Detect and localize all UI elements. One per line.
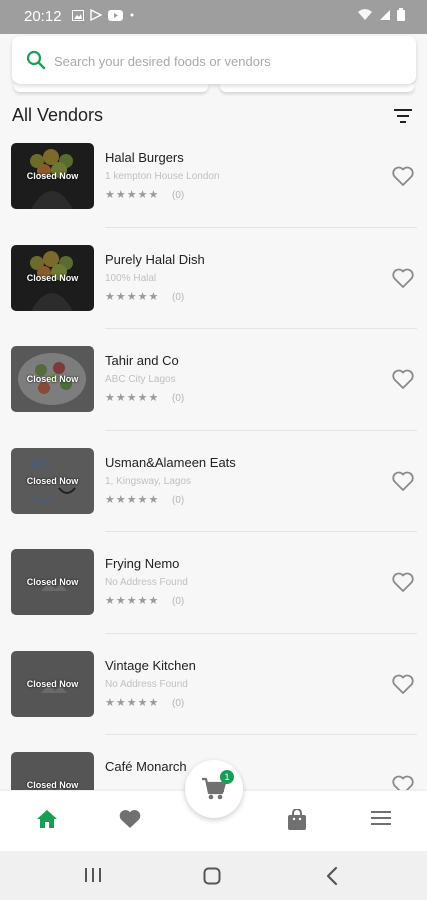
vendor-rating-count: (0) (172, 393, 185, 404)
search-tab-right (220, 84, 414, 92)
filter-icon[interactable] (393, 108, 413, 124)
vendor-status-overlay: Closed Now (26, 780, 79, 790)
vendor-rating-stars: ★★★★★ (105, 290, 160, 303)
vendor-status-overlay: Closed Now (26, 678, 79, 689)
vendor-name[interactable]: Café Monarch (105, 759, 187, 774)
section-title: All Vendors (12, 105, 104, 125)
cart-button[interactable] (185, 760, 243, 818)
vendor-rating-stars: ★★★★★ (105, 493, 160, 506)
vendor-divider (105, 429, 417, 431)
vendor-item[interactable]: Bb Closed Now Usman&Alameen Eats 1, King… (0, 445, 427, 547)
vendor-rating-stars: ★★★★★ (105, 595, 160, 607)
vendor-thumbnail[interactable]: Closed Now (11, 244, 94, 311)
search-bar[interactable] (12, 36, 416, 84)
favorite-heart-icon[interactable] (391, 571, 415, 593)
vendor-thumbnail[interactable]: Closed Now (11, 752, 94, 790)
battery-icon (397, 8, 405, 21)
dot-icon (130, 13, 134, 17)
image-icon (72, 9, 84, 21)
search-tab-left (14, 84, 208, 92)
vendor-rating-stars: ★★★★★ (105, 392, 160, 404)
favorite-heart-icon[interactable] (391, 470, 415, 492)
svg-text:Bb: Bb (31, 457, 49, 474)
vendor-status-overlay: Closed Now (26, 374, 79, 384)
vendor-rating-stars: ★★★★★ (105, 189, 160, 201)
vendor-rating-count: (0) (172, 190, 185, 201)
vendor-name[interactable]: Purely Halal Dish (105, 252, 205, 267)
play-store-icon (90, 9, 102, 21)
vendor-thumbnail[interactable]: Closed Now (11, 650, 94, 717)
vendor-thumbnail[interactable]: Closed Now (11, 346, 94, 412)
vendor-address: ABC City Lagos (105, 374, 176, 385)
notification-icons (72, 9, 135, 21)
vendor-thumbnail[interactable]: Closed Now (11, 549, 94, 615)
favorites-heart-icon[interactable] (118, 809, 142, 829)
signal-icon (380, 10, 390, 20)
vendor-divider (105, 328, 417, 329)
vendor-status-overlay: Closed Now (26, 272, 79, 283)
orders-bag-icon[interactable] (287, 809, 307, 831)
favorite-heart-icon[interactable] (391, 267, 415, 289)
vendor-item[interactable]: Closed Now Frying Nemo No Address Found … (0, 546, 427, 648)
youtube-icon (108, 9, 123, 21)
vendor-divider (105, 632, 417, 634)
vendor-rating-count: (0) (172, 596, 185, 607)
vendor-name[interactable]: Halal Burgers (105, 150, 184, 165)
home-icon[interactable] (36, 809, 58, 829)
cart-badge: 1 (220, 770, 234, 784)
recent-apps-icon[interactable] (83, 867, 103, 883)
vendor-item[interactable]: Closed Now Purely Halal Dish 100% Halal … (0, 242, 427, 344)
vendor-address: No Address Found (105, 577, 188, 588)
favorite-heart-icon[interactable] (391, 774, 415, 790)
vendor-address: 1 kempton House London (105, 171, 220, 182)
back-icon[interactable] (325, 866, 339, 886)
vendor-status-overlay: Closed Now (26, 577, 79, 587)
vendor-item[interactable]: Closed Now Tahir and Co ABC City Lagos ★… (0, 343, 427, 445)
vendor-rating-count: (0) (172, 291, 185, 303)
home-system-icon[interactable] (203, 867, 221, 885)
vendor-rating-count: (0) (172, 697, 185, 709)
vendor-divider (105, 531, 417, 532)
vendor-address: 1, Kingsway, Lagos (105, 475, 191, 487)
vendor-name[interactable]: Tahir and Co (105, 353, 179, 368)
system-navigation-bar (0, 851, 427, 900)
vendor-status-overlay: Closed Now (26, 171, 79, 181)
vendor-thumbnail[interactable]: Closed Now (11, 143, 94, 209)
vendor-rating-count: (0) (172, 494, 185, 506)
system-icons (357, 8, 405, 21)
vendor-name[interactable]: Usman&Alameen Eats (105, 455, 236, 470)
vendor-thumbnail[interactable]: Bb Closed Now (11, 447, 94, 514)
status-time: 20:12 (24, 8, 62, 25)
favorite-heart-icon[interactable] (391, 673, 415, 695)
vendor-status-overlay: Closed Now (26, 475, 79, 486)
vendor-address: No Address Found (105, 678, 188, 690)
vendor-item[interactable]: Closed Now Vintage Kitchen No Address Fo… (0, 648, 427, 750)
wifi-icon (358, 9, 372, 20)
favorite-heart-icon[interactable] (391, 368, 415, 390)
vendor-divider (105, 734, 417, 735)
search-input[interactable] (52, 48, 406, 74)
vendor-address: 100% Halal (105, 272, 157, 284)
status-bar: 20:12 (0, 0, 427, 34)
vendor-rating-stars: ★★★★★ (105, 696, 160, 709)
vendor-name[interactable]: Vintage Kitchen (105, 658, 196, 673)
vendor-list[interactable]: Closed Now Halal Burgers 1 kempton House… (0, 140, 427, 790)
menu-icon[interactable] (370, 809, 392, 827)
search-icon (26, 50, 46, 70)
vendor-divider (105, 226, 417, 228)
favorite-heart-icon[interactable] (391, 165, 415, 187)
vendor-name[interactable]: Frying Nemo (105, 556, 179, 571)
vendor-item[interactable]: Closed Now Halal Burgers 1 kempton House… (0, 140, 427, 242)
